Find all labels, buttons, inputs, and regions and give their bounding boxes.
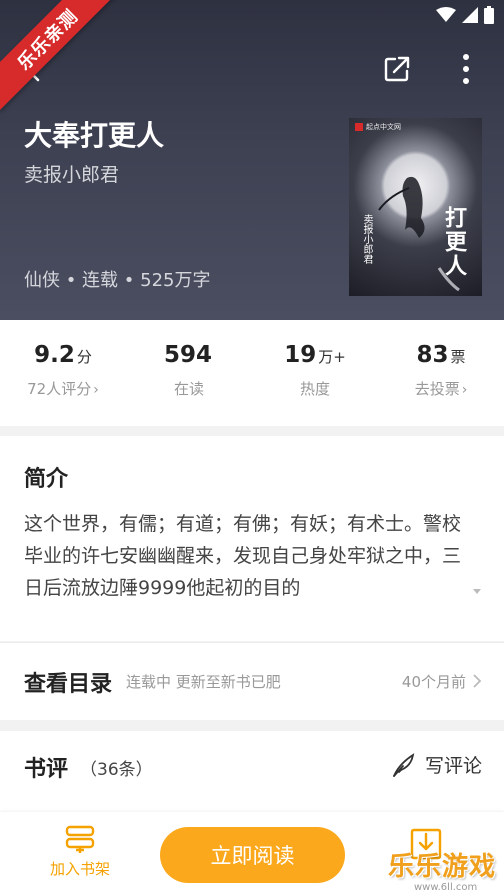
write-review-label: 写评论 [424, 755, 482, 777]
stat-unit: 万+ [318, 348, 346, 366]
more-vertical-icon[interactable] [456, 52, 476, 86]
book-header: 大奉打更人 卖报小郎君 仙侠 • 连载 • 525万字 起点中文网 卖报小郎君 … [0, 0, 504, 320]
bottom-action-bar: 加入书架 立即阅读 [0, 812, 504, 896]
reviews-count: （36条） [80, 760, 153, 780]
share-icon[interactable] [382, 54, 412, 84]
book-cover[interactable]: 起点中文网 卖报小郎君 打更人 [349, 118, 482, 296]
chevron-right-icon: › [461, 382, 468, 398]
add-to-shelf-label: 加入书架 [49, 860, 110, 878]
chevron-right-icon [473, 674, 482, 688]
stat-unit: 票 [450, 348, 466, 366]
toc-status: 连载中 更新至新书已肥 [126, 673, 281, 691]
stat-popularity: 19 万+ 热度 [252, 320, 378, 426]
stat-value: 19 万+ [284, 342, 346, 368]
status-bar [436, 6, 494, 24]
table-of-contents-row[interactable]: 查看目录 连载中 更新至新书已肥 40个月前 [0, 642, 504, 720]
intro-text[interactable]: 这个世界，有儒；有道；有佛；有妖；有术士。警校毕业的许七安幽幽醒来，发现自己身处… [24, 508, 479, 604]
stat-label: 72人评分 › [27, 380, 99, 398]
book-title: 大奉打更人 [24, 119, 165, 152]
bookshelf-add-icon [65, 825, 95, 853]
stat-votes[interactable]: 83 票 去投票 › [378, 320, 504, 426]
book-meta: 仙侠 • 连载 • 525万字 [24, 270, 211, 291]
stat-value: 9.2 分 [34, 342, 92, 368]
cover-title: 打更人 [441, 206, 467, 278]
chevron-right-icon: › [93, 382, 99, 398]
quill-pen-icon [393, 752, 415, 777]
expand-triangle-icon[interactable] [470, 586, 484, 596]
stat-rating[interactable]: 9.2 分 72人评分 › [0, 320, 126, 426]
battery-icon [484, 6, 494, 24]
signal-icon [462, 7, 478, 23]
toc-title: 查看目录 [24, 671, 113, 697]
reviews-title: 书评 [24, 757, 69, 782]
stat-readers: 594 在读 [126, 320, 252, 426]
stat-unit: 分 [76, 348, 92, 366]
stat-value: 83 票 [416, 342, 466, 368]
corner-ribbon: 乐乐亲测 [0, 0, 120, 112]
book-stats: 9.2 分 72人评分 › 594 在读 19 万+ 热度 83 票 去投票 › [0, 320, 504, 426]
read-now-button[interactable]: 立即阅读 [160, 827, 345, 883]
toc-update-time: 40个月前 [401, 673, 466, 691]
write-review-button[interactable]: 写评论 [391, 751, 482, 778]
stat-value: 594 [163, 342, 212, 368]
download-icon[interactable] [406, 824, 446, 864]
intro-heading: 简介 [24, 467, 69, 492]
stat-label: 热度 [299, 380, 330, 398]
add-to-shelf-button[interactable]: 加入书架 [44, 824, 116, 879]
intro-section: 简介 这个世界，有儒；有道；有佛；有妖；有术士。警校毕业的许七安幽幽醒来，发现自… [0, 436, 504, 641]
stat-label: 去投票 › [414, 380, 468, 398]
cover-author: 卖报小郎君 [361, 214, 372, 264]
wifi-icon [436, 7, 456, 22]
stat-label: 在读 [173, 380, 204, 398]
book-author[interactable]: 卖报小郎君 [24, 160, 119, 187]
reviews-section: 书评 （36条） 写评论 [0, 731, 504, 821]
